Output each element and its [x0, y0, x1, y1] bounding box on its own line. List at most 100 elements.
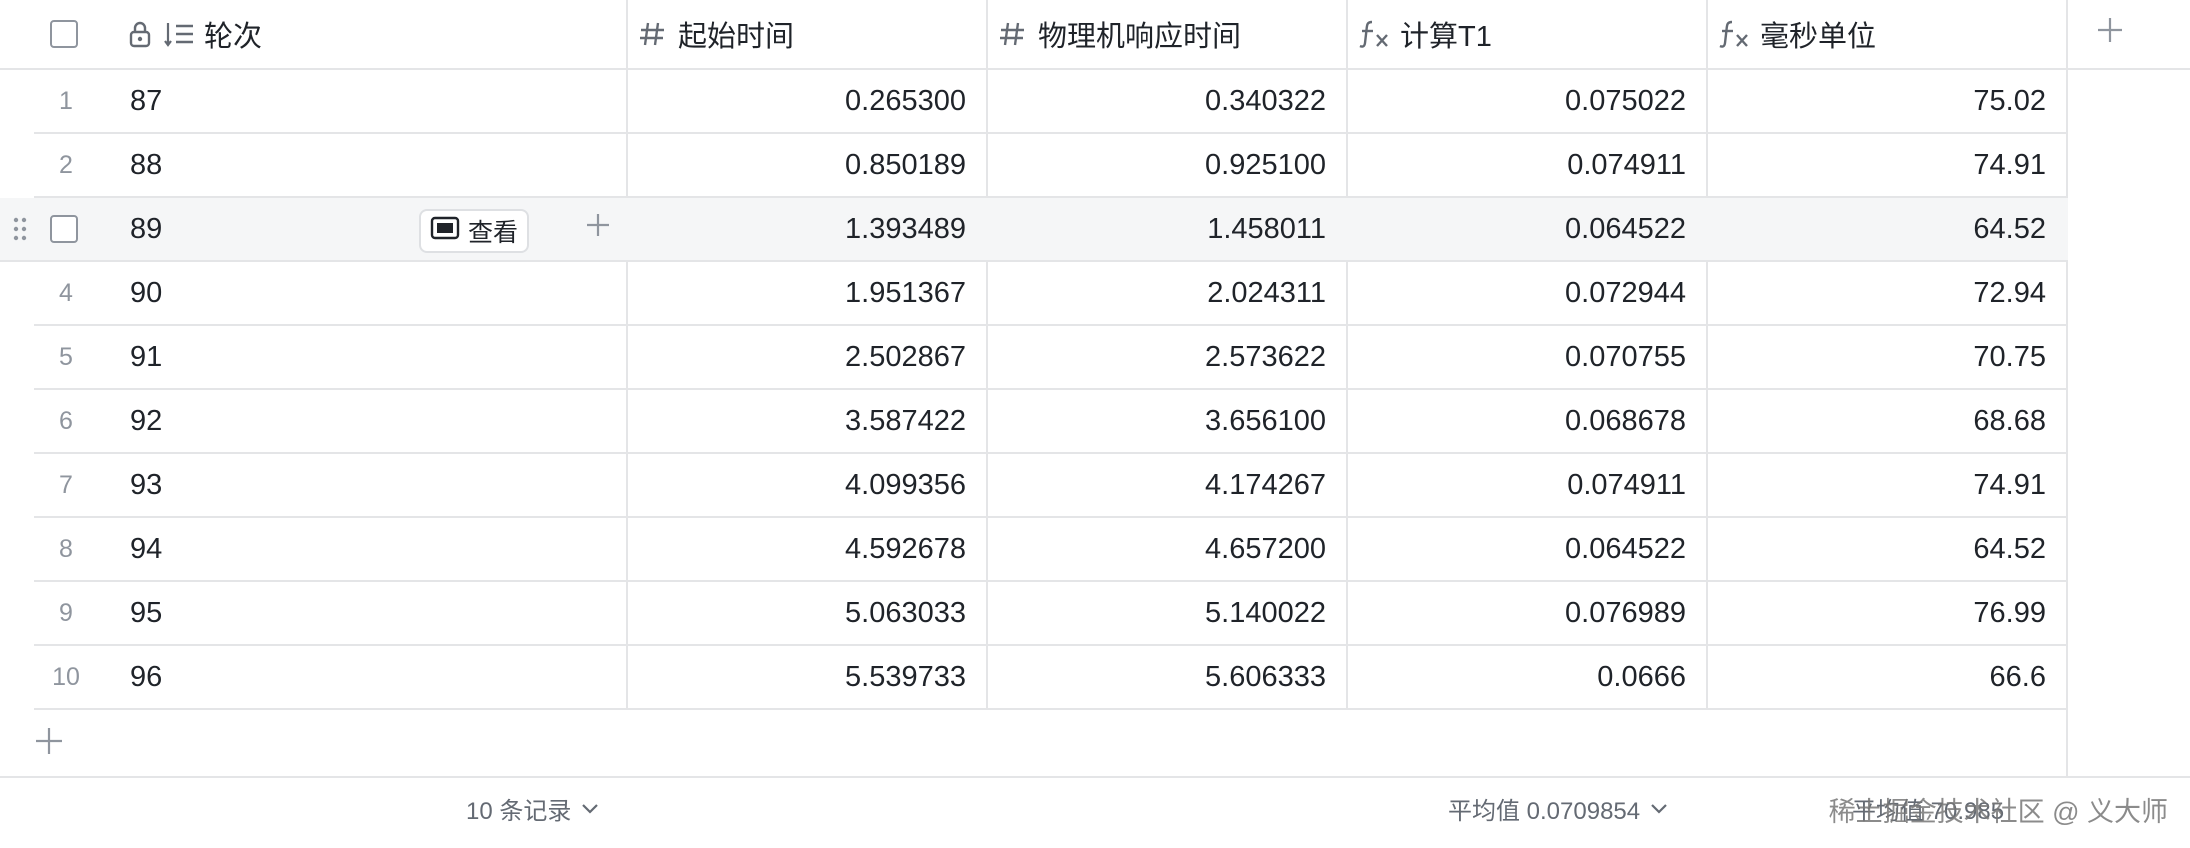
row-index: 5 [59, 342, 73, 371]
table-row[interactable]: 6 92 3.587422 3.656100 0.068678 68.68 [34, 390, 2068, 454]
calc-t1-cell: 0.074911 [1567, 148, 1686, 181]
row-index: 2 [59, 150, 73, 179]
start-time-cell[interactable]: 4.592678 [628, 518, 968, 580]
view-record-button[interactable]: 查看 [419, 209, 529, 253]
calc-t1-cell: 0.076989 [1565, 596, 1686, 629]
round-cell[interactable]: 93 [130, 454, 510, 516]
calc-t1-cell: 0.064522 [1565, 532, 1686, 565]
table-row[interactable]: 9 95 5.063033 5.140022 0.076989 76.99 [34, 582, 2068, 646]
row-checkbox[interactable] [50, 215, 78, 243]
calc-t1-cell: 0.072944 [1565, 276, 1686, 309]
row-index: 4 [59, 278, 73, 307]
select-all-cell [50, 0, 84, 68]
table-row[interactable]: 10 96 5.539733 5.606333 0.0666 66.6 [34, 646, 2068, 710]
start-time-cell[interactable]: 0.265300 [628, 70, 968, 132]
table-row[interactable]: 2 88 0.850189 0.925100 0.074911 74.91 [34, 134, 2068, 198]
start-time-cell[interactable]: 5.063033 [628, 582, 968, 644]
start-time-cell[interactable]: 0.850189 [628, 134, 968, 196]
record-count-summary[interactable]: 10 条记录 [466, 778, 599, 838]
view-label: 查看 [467, 219, 518, 247]
ms-unit-cell: 64.52 [1973, 532, 2046, 565]
row-select-cell [50, 198, 84, 260]
lock-icon [128, 20, 152, 48]
start-time-cell[interactable]: 5.539733 [628, 646, 968, 708]
response-time-cell[interactable]: 2.024311 [988, 262, 1328, 324]
table-row[interactable]: 1 87 0.265300 0.340322 0.075022 75.02 [34, 70, 2068, 134]
row-index: 1 [59, 86, 73, 115]
header-round[interactable]: 轮次 [128, 0, 628, 68]
header-label: 起始时间 [678, 21, 795, 53]
header-label: 轮次 [204, 21, 263, 53]
round-cell[interactable]: 87 [130, 70, 510, 132]
calc-t1-cell: 0.064522 [1565, 212, 1686, 245]
round-cell[interactable]: 88 [130, 134, 510, 196]
table-row[interactable]: 7 93 4.099356 4.174267 0.074911 74.91 [34, 454, 2068, 518]
ms-unit-cell: 74.91 [1973, 468, 2046, 501]
t1-average-summary[interactable]: 平均值 0.0709854 [1448, 778, 1668, 838]
t1-average-label: 平均值 0.0709854 [1448, 797, 1641, 825]
row-index: 10 [52, 662, 80, 691]
row-index: 8 [59, 534, 73, 563]
ms-unit-cell: 70.75 [1973, 340, 2046, 373]
header-label: 物理机响应时间 [1038, 21, 1242, 53]
round-cell[interactable]: 96 [130, 646, 510, 708]
data-table: 轮次 起始时间 物理机响应时间 计算T1 毫秒单位 1 87 0.265300 … [0, 0, 2190, 848]
round-cell[interactable]: 91 [130, 326, 510, 388]
response-time-cell[interactable]: 5.606333 [988, 646, 1328, 708]
row-index: 9 [59, 598, 73, 627]
chevron-down-icon [581, 794, 599, 822]
table-row-hovered[interactable]: 89 查看 1.393489 1.458011 0.064522 64.52 [0, 198, 2068, 262]
start-time-cell[interactable]: 3.587422 [628, 390, 968, 452]
calc-t1-cell: 0.0666 [1597, 660, 1686, 693]
header-ms-unit[interactable]: 毫秒单位 [1718, 0, 2058, 68]
response-time-cell[interactable]: 4.657200 [988, 518, 1328, 580]
calc-t1-cell: 0.075022 [1565, 84, 1686, 117]
round-cell[interactable]: 95 [130, 582, 510, 644]
formula-icon [1718, 19, 1752, 49]
header-calc-t1[interactable]: 计算T1 [1358, 0, 1698, 68]
ms-unit-cell: 66.6 [1989, 660, 2046, 693]
header-label: 计算T1 [1400, 21, 1492, 53]
ms-unit-cell: 74.91 [1973, 148, 2046, 181]
watermark: 稀土掘金技术社区 @ 义大师 [1828, 797, 2168, 827]
ordered-list-icon [164, 20, 194, 48]
table-row[interactable]: 8 94 4.592678 4.657200 0.064522 64.52 [34, 518, 2068, 582]
add-row-button[interactable] [34, 712, 74, 774]
plus-icon [2096, 16, 2124, 52]
response-time-cell[interactable]: 5.140022 [988, 582, 1328, 644]
ms-unit-cell: 68.68 [1973, 404, 2046, 437]
header-start-time[interactable]: 起始时间 [638, 0, 978, 68]
hash-icon [998, 20, 1026, 48]
ms-unit-cell: 76.99 [1973, 596, 2046, 629]
round-cell[interactable]: 94 [130, 518, 510, 580]
row-index: 6 [59, 406, 73, 435]
start-time-cell[interactable]: 1.951367 [628, 262, 968, 324]
response-time-cell[interactable]: 4.174267 [988, 454, 1328, 516]
calc-t1-cell: 0.074911 [1567, 468, 1686, 501]
calc-t1-cell: 0.068678 [1565, 404, 1686, 437]
ms-unit-cell: 75.02 [1973, 84, 2046, 117]
chevron-down-icon [1650, 794, 1668, 822]
header-response-time[interactable]: 物理机响应时间 [998, 0, 1338, 68]
round-cell[interactable]: 90 [130, 262, 510, 324]
response-time-cell[interactable]: 3.656100 [988, 390, 1328, 452]
response-time-cell[interactable]: 1.458011 [988, 198, 1328, 260]
start-time-cell[interactable]: 4.099356 [628, 454, 968, 516]
table-row[interactable]: 5 91 2.502867 2.573622 0.070755 70.75 [34, 326, 2068, 390]
start-time-cell[interactable]: 1.393489 [628, 198, 968, 260]
response-time-cell[interactable]: 2.573622 [988, 326, 1328, 388]
drag-handle-icon[interactable] [12, 198, 32, 260]
response-time-cell[interactable]: 0.925100 [988, 134, 1328, 196]
row-index: 7 [59, 470, 73, 499]
table-row[interactable]: 4 90 1.951367 2.024311 0.072944 72.94 [34, 262, 2068, 326]
start-time-cell[interactable]: 2.502867 [628, 326, 968, 388]
ms-unit-cell: 72.94 [1973, 276, 2046, 309]
round-cell[interactable]: 89 [130, 198, 410, 260]
card-view-icon [430, 216, 460, 247]
plus-icon [585, 212, 611, 246]
expand-row-plus-button[interactable] [580, 198, 616, 260]
select-all-checkbox[interactable] [50, 20, 78, 48]
add-column-button[interactable] [2070, 0, 2150, 68]
response-time-cell[interactable]: 0.340322 [988, 70, 1328, 132]
round-cell[interactable]: 92 [130, 390, 510, 452]
